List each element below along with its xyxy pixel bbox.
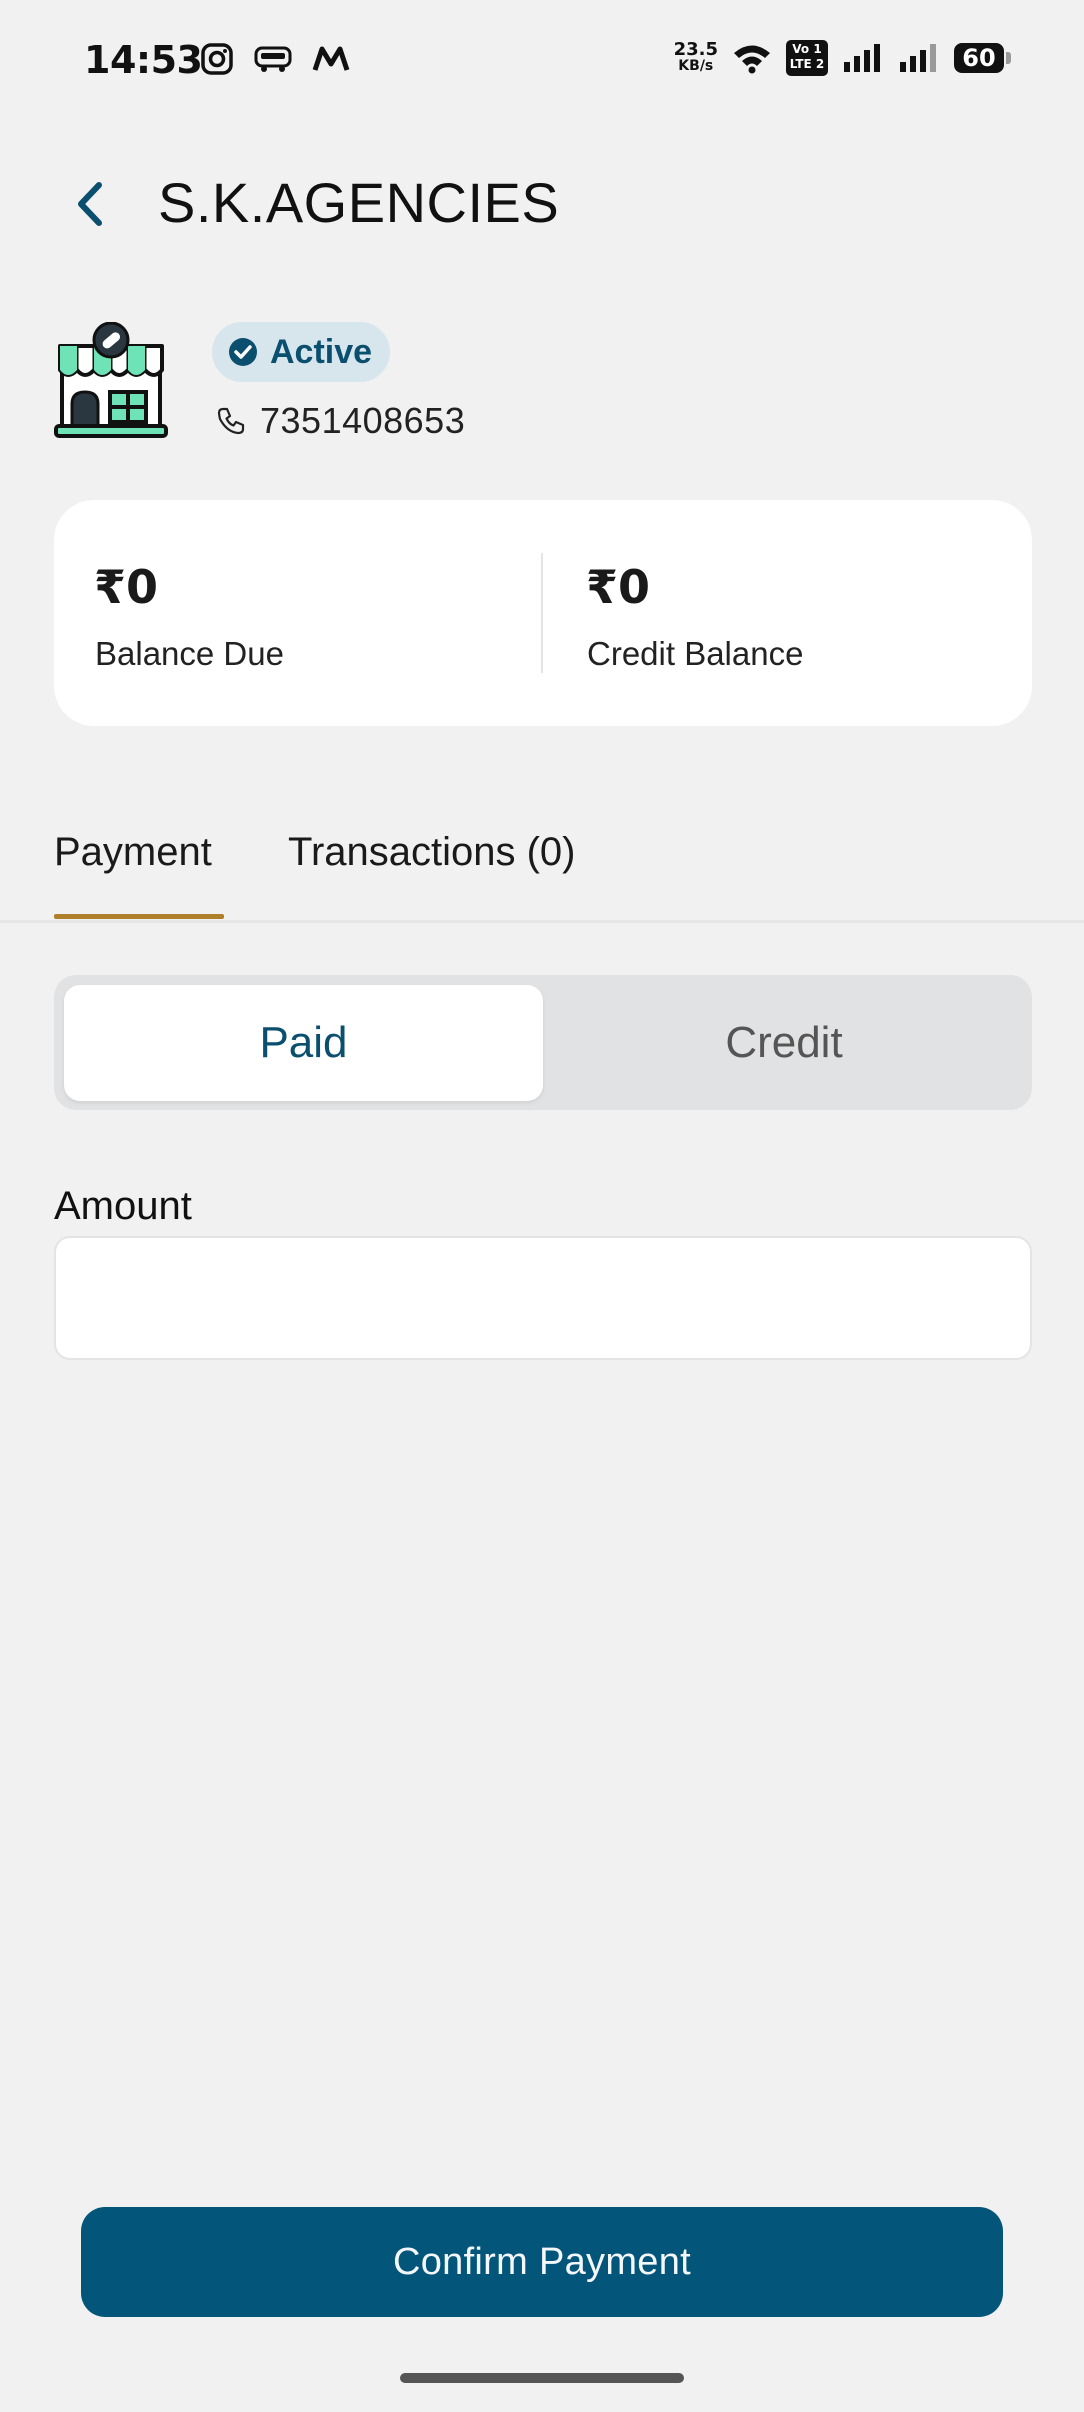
status-time: 14:53 [84, 38, 203, 82]
amount-input[interactable] [54, 1236, 1032, 1360]
amount-label: Amount [54, 1184, 192, 1228]
volte-icon: Vo 1 LTE 2 [786, 40, 828, 76]
status-system-icons: 23.5 KB/s Vo 1 LTE 2 60 [673, 39, 1011, 76]
credit-balance-label: Credit Balance [587, 635, 804, 672]
chevron-left-icon [78, 182, 102, 226]
phone-number: 7351408653 [260, 400, 466, 441]
instagram-icon [201, 43, 233, 75]
balance-card [54, 500, 1032, 726]
signal-sim2-icon [900, 44, 936, 72]
back-button[interactable] [62, 172, 118, 236]
tab-transactions[interactable]: Transactions (0) [288, 830, 576, 875]
signal-sim1-icon [844, 44, 880, 72]
status-app-icons [200, 42, 350, 76]
tabs-divider [0, 920, 1084, 923]
redbus-icon [254, 46, 292, 72]
paid-option[interactable]: Paid [64, 985, 543, 1101]
page-title: S.K.AGENCIES [158, 171, 560, 234]
network-speed: 23.5 KB/s [673, 39, 718, 75]
balance-due-label: Balance Due [95, 635, 284, 672]
confirm-payment-button[interactable]: Confirm Payment [81, 2207, 1003, 2317]
active-tab-indicator [54, 914, 224, 919]
balance-due-amount: ₹0 [94, 560, 159, 614]
credit-option[interactable]: Credit [545, 985, 1023, 1101]
phone-icon [217, 407, 245, 435]
credit-balance-amount: ₹0 [586, 560, 651, 614]
check-circle-icon [229, 338, 257, 366]
battery-icon: 60 [954, 43, 1011, 73]
tab-payment[interactable]: Payment [54, 830, 212, 875]
card-divider [541, 553, 543, 673]
shop-icon [54, 321, 168, 442]
phone-row: 7351408653 [216, 400, 465, 442]
myntra-icon [312, 46, 350, 71]
wifi-icon [734, 45, 770, 74]
home-indicator[interactable] [400, 2373, 684, 2383]
status-badge: Active [212, 322, 391, 382]
status-badge-label: Active [270, 332, 373, 371]
